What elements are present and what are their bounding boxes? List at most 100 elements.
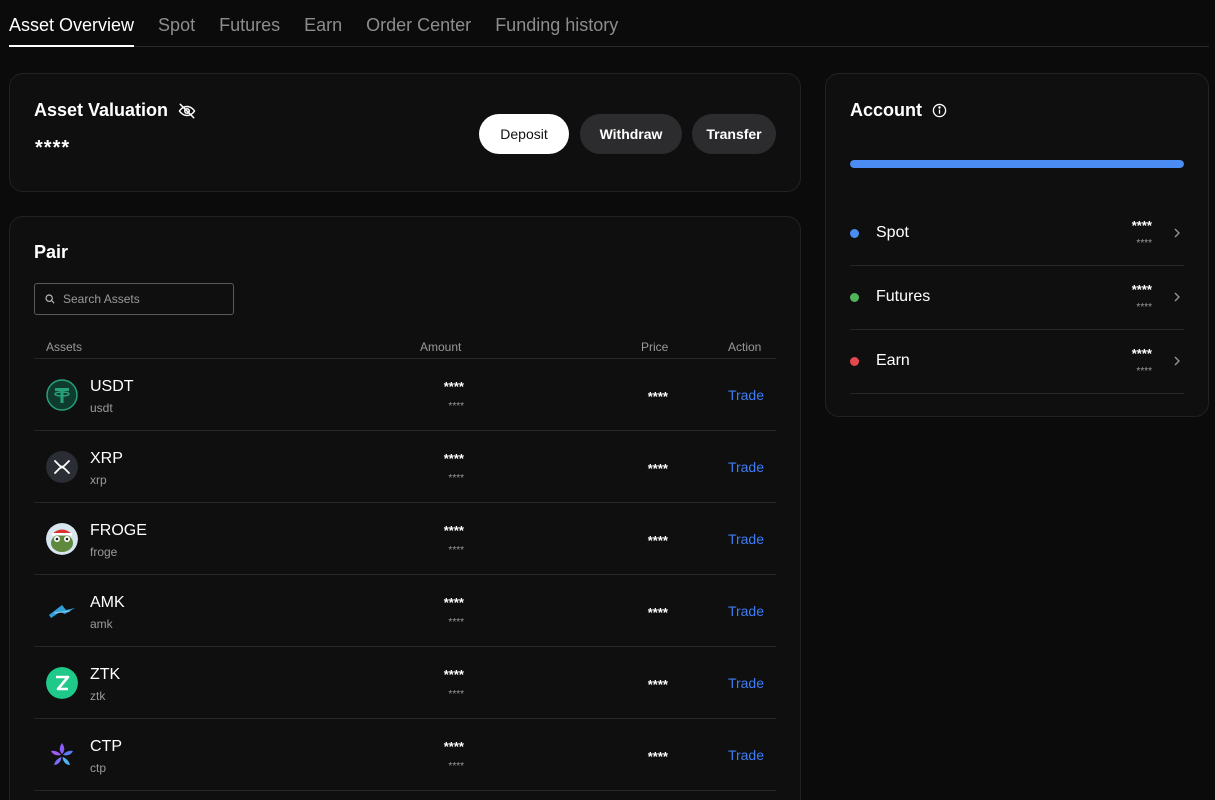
search-box[interactable] bbox=[34, 283, 234, 315]
chevron-right-icon bbox=[1174, 228, 1180, 238]
asset-valuation-card: Asset Valuation **** Deposit Withdraw Tr… bbox=[9, 73, 801, 192]
asset-price: **** bbox=[647, 677, 668, 692]
asset-price: **** bbox=[647, 461, 668, 476]
futures-dot bbox=[850, 293, 859, 302]
account-item-earn[interactable]: Earn **** **** bbox=[850, 330, 1184, 394]
account-item-label: Spot bbox=[876, 224, 909, 241]
transfer-button[interactable]: Transfer bbox=[692, 114, 776, 154]
asset-name: usdt bbox=[90, 401, 113, 415]
asset-symbol: AMK bbox=[90, 594, 125, 611]
tab-bar: Asset Overview Spot Futures Earn Order C… bbox=[9, 0, 1209, 47]
table-row: ZTK ztk **** **** **** Trade bbox=[34, 647, 776, 719]
asset-amount-sub: **** bbox=[448, 401, 464, 412]
tab-futures[interactable]: Futures bbox=[219, 0, 280, 47]
search-input[interactable] bbox=[63, 292, 223, 306]
table-row: AMK amk **** **** **** Trade bbox=[34, 575, 776, 647]
table-row: CTP ctp **** **** **** Trade bbox=[34, 719, 776, 791]
chevron-right-icon bbox=[1174, 292, 1180, 302]
xrp-icon bbox=[46, 451, 78, 483]
usdt-icon bbox=[46, 379, 78, 411]
trade-link[interactable]: Trade bbox=[728, 675, 764, 691]
account-distribution-bar bbox=[850, 160, 1184, 168]
account-item-futures[interactable]: Futures **** **** bbox=[850, 266, 1184, 330]
ctp-icon bbox=[51, 743, 73, 765]
table-row: USDT usdt **** **** **** Trade bbox=[34, 359, 776, 431]
account-label: Account bbox=[850, 100, 922, 120]
asset-valuation-label: Asset Valuation bbox=[34, 100, 169, 120]
trade-link[interactable]: Trade bbox=[728, 603, 764, 619]
account-distribution-fill bbox=[850, 160, 1184, 168]
tab-earn[interactable]: Earn bbox=[304, 0, 342, 47]
asset-symbol: ZTK bbox=[90, 666, 121, 683]
asset-valuation-value: **** bbox=[35, 137, 71, 159]
account-item-amount: **** bbox=[1131, 282, 1152, 297]
tab-spot[interactable]: Spot bbox=[158, 0, 195, 47]
asset-amount: **** bbox=[443, 379, 464, 394]
info-icon[interactable] bbox=[932, 103, 947, 118]
table-row: XRP xrp **** **** **** Trade bbox=[34, 431, 776, 503]
froge-icon bbox=[46, 523, 78, 555]
account-item-amount-sub: **** bbox=[1136, 302, 1152, 313]
asset-name: ctp bbox=[90, 761, 107, 775]
trade-link[interactable]: Trade bbox=[728, 747, 764, 763]
account-title: Account bbox=[850, 100, 947, 121]
spot-dot bbox=[850, 229, 859, 238]
asset-name: amk bbox=[90, 617, 113, 631]
pair-title: Pair bbox=[34, 242, 69, 262]
asset-amount: **** bbox=[443, 451, 464, 466]
column-amount: Amount bbox=[420, 340, 462, 354]
asset-amount: **** bbox=[443, 739, 464, 754]
eye-off-icon[interactable] bbox=[178, 102, 196, 120]
amk-icon bbox=[49, 605, 75, 618]
chevron-right-icon bbox=[1174, 356, 1180, 366]
table-row: FROGE froge **** **** **** Trade bbox=[34, 503, 776, 575]
account-item-label: Futures bbox=[876, 288, 931, 305]
column-action: Action bbox=[728, 340, 762, 354]
asset-symbol: XRP bbox=[90, 450, 123, 467]
account-item-amount-sub: **** bbox=[1136, 366, 1152, 377]
withdraw-button[interactable]: Withdraw bbox=[580, 114, 682, 154]
tab-asset-overview[interactable]: Asset Overview bbox=[9, 0, 135, 47]
asset-price: **** bbox=[647, 605, 668, 620]
account-item-amount: **** bbox=[1131, 346, 1152, 361]
asset-price: **** bbox=[647, 749, 668, 764]
account-list: Spot **** **** Futures **** **** Earn **… bbox=[850, 202, 1184, 394]
account-item-amount: **** bbox=[1131, 218, 1152, 233]
column-price: Price bbox=[641, 340, 669, 354]
account-card: Account Spot **** **** Futures **** ****… bbox=[825, 73, 1209, 417]
tab-funding-history[interactable]: Funding history bbox=[495, 0, 618, 47]
asset-amount-sub: **** bbox=[448, 617, 464, 628]
asset-symbol: FROGE bbox=[90, 522, 147, 539]
trade-link[interactable]: Trade bbox=[728, 459, 764, 475]
asset-valuation-title: Asset Valuation bbox=[34, 100, 196, 121]
table-header: Assets Amount Price Action bbox=[34, 335, 776, 359]
trade-link[interactable]: Trade bbox=[728, 387, 764, 403]
asset-amount-sub: **** bbox=[448, 761, 464, 772]
asset-overview-page: Asset Overview Spot Futures Earn Order C… bbox=[0, 0, 1215, 800]
asset-price: **** bbox=[647, 533, 668, 548]
account-item-label: Earn bbox=[876, 352, 910, 369]
asset-amount-sub: **** bbox=[448, 689, 464, 700]
earn-dot bbox=[850, 357, 859, 366]
asset-name: xrp bbox=[90, 473, 107, 487]
tab-order-center[interactable]: Order Center bbox=[366, 0, 471, 47]
asset-name: froge bbox=[90, 545, 118, 559]
asset-symbol: USDT bbox=[90, 378, 134, 395]
pair-card: Pair Assets Amount Price Action USD bbox=[9, 216, 801, 800]
asset-amount: **** bbox=[443, 523, 464, 538]
asset-name: ztk bbox=[90, 689, 106, 703]
ztk-icon bbox=[46, 667, 78, 699]
account-item-spot[interactable]: Spot **** **** bbox=[850, 202, 1184, 266]
asset-symbol: CTP bbox=[90, 738, 122, 755]
search-icon bbox=[45, 294, 55, 304]
trade-link[interactable]: Trade bbox=[728, 531, 764, 547]
asset-amount-sub: **** bbox=[448, 545, 464, 556]
asset-amount: **** bbox=[443, 667, 464, 682]
asset-amount: **** bbox=[443, 595, 464, 610]
asset-price: **** bbox=[647, 389, 668, 404]
asset-table: USDT usdt **** **** **** Trade XRP xrp *… bbox=[34, 359, 776, 791]
account-item-amount-sub: **** bbox=[1136, 238, 1152, 249]
deposit-button[interactable]: Deposit bbox=[479, 114, 569, 154]
column-assets: Assets bbox=[46, 340, 83, 354]
asset-amount-sub: **** bbox=[448, 473, 464, 484]
